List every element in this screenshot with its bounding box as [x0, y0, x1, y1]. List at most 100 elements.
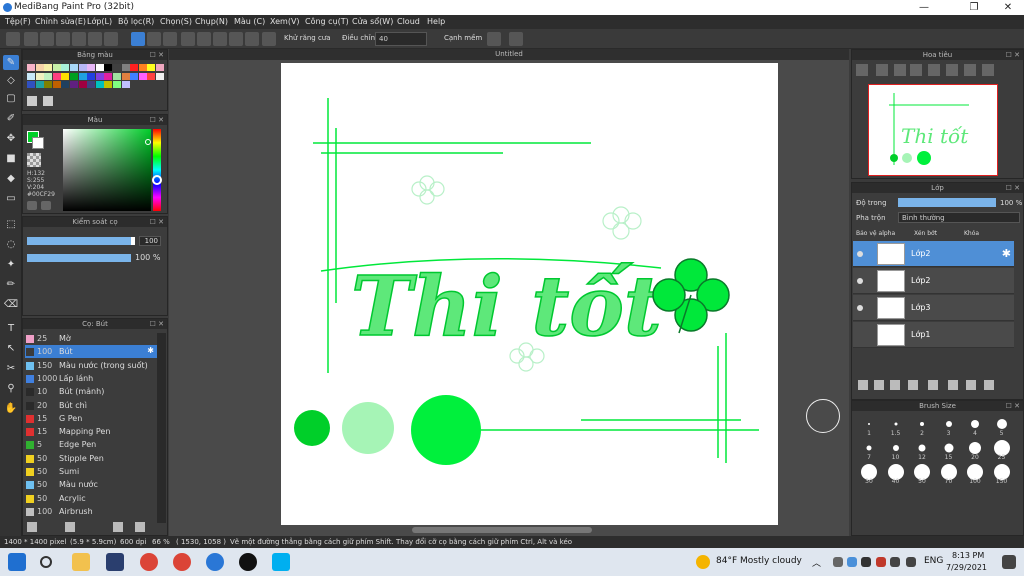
- snap-ellipse-icon[interactable]: [245, 32, 259, 46]
- magic-wand-icon[interactable]: ✦: [3, 257, 19, 272]
- menu-capture[interactable]: Chụp(N): [195, 17, 228, 26]
- palette-swatch[interactable]: [130, 64, 139, 71]
- search-icon[interactable]: [40, 556, 52, 568]
- layer-item[interactable]: Lớp2 ✱: [853, 241, 1014, 267]
- text-tool-icon[interactable]: T: [3, 321, 19, 336]
- correction-select[interactable]: 40: [375, 32, 427, 46]
- layer-item[interactable]: Lớp3: [853, 295, 1014, 321]
- menu-layer[interactable]: Lớp(L): [87, 17, 112, 26]
- menu-select[interactable]: Chọn(S): [160, 17, 192, 26]
- secondary-color-swatch[interactable]: [32, 137, 44, 149]
- add-brush-icon[interactable]: [27, 522, 37, 532]
- palette-swatch[interactable]: [156, 64, 164, 71]
- rect-tool-icon[interactable]: ▢: [3, 91, 19, 106]
- add-layer-menu-icon[interactable]: [908, 380, 918, 390]
- brush-size-cell[interactable]: 5: [989, 415, 1015, 437]
- brush-settings-gear-icon[interactable]: ✱: [147, 346, 154, 355]
- brush-item[interactable]: 15 G Pen: [25, 412, 157, 425]
- brush-size-cell[interactable]: 7: [856, 439, 882, 461]
- brush-size-cell[interactable]: 25: [989, 439, 1015, 461]
- palette-swatch[interactable]: [44, 64, 53, 71]
- actual-size-icon[interactable]: [910, 64, 922, 76]
- menu-view[interactable]: Xem(V): [270, 17, 300, 26]
- skype-icon[interactable]: [272, 553, 290, 571]
- brush-tool-icon[interactable]: ✐: [3, 111, 19, 126]
- palette-swatch[interactable]: [95, 64, 104, 71]
- saturation-value-picker[interactable]: [63, 129, 151, 211]
- weather-text[interactable]: 84°F Mostly cloudy: [716, 556, 802, 566]
- palette-swatch[interactable]: [87, 72, 96, 80]
- palette-swatch[interactable]: [113, 81, 121, 88]
- palette-swatch[interactable]: [52, 72, 61, 80]
- layer-settings-gear-icon[interactable]: ✱: [1002, 247, 1011, 260]
- volume-icon[interactable]: [906, 557, 916, 567]
- bucket-icon[interactable]: [104, 32, 118, 46]
- brush-item[interactable]: 150 Màu nước (trong suốt): [25, 359, 157, 372]
- new-layer-1bit-icon[interactable]: [890, 380, 900, 390]
- duplicate-layer-icon[interactable]: [948, 380, 958, 390]
- brush-size-cell[interactable]: 100: [962, 463, 988, 485]
- palette-swatch[interactable]: [44, 81, 53, 88]
- navigator-preview[interactable]: Thi tốt: [868, 84, 998, 176]
- brush-item[interactable]: 5 Edge Pen: [25, 438, 157, 451]
- palette-swatch[interactable]: [61, 72, 70, 80]
- palette-swatch[interactable]: [78, 72, 87, 80]
- palette-swatch[interactable]: [138, 64, 147, 71]
- palette-swatch[interactable]: [147, 64, 156, 71]
- tray-chevron-icon[interactable]: ︿: [812, 556, 821, 569]
- dell-app-icon[interactable]: [106, 553, 124, 571]
- palette-swatch[interactable]: [70, 81, 78, 88]
- operation-tool-icon[interactable]: ↖: [3, 341, 19, 356]
- weather-icon[interactable]: [696, 555, 710, 569]
- language-indicator[interactable]: ENG: [924, 556, 943, 566]
- antivirus-icon[interactable]: [876, 557, 886, 567]
- palette-swatch[interactable]: [104, 81, 113, 88]
- hand-tool-icon[interactable]: ✋: [3, 401, 19, 416]
- brush-size-value[interactable]: 100: [139, 236, 161, 246]
- lock-checkbox[interactable]: Khóa: [964, 230, 979, 237]
- comment-icon[interactable]: [56, 32, 70, 46]
- brush-size-cell[interactable]: 50: [909, 463, 935, 485]
- brush-item[interactable]: 100 Bút ✱: [25, 345, 157, 359]
- tray-app-icon[interactable]: [833, 557, 843, 567]
- rotate-right-icon[interactable]: [964, 64, 976, 76]
- fit-icon[interactable]: [894, 64, 906, 76]
- palette-swatch[interactable]: [104, 64, 113, 71]
- chrome-icon[interactable]: [140, 553, 158, 571]
- palette-swatch[interactable]: [27, 81, 35, 88]
- brush-item[interactable]: 50 Acrylic: [25, 492, 157, 505]
- cloud-tray-icon[interactable]: [847, 557, 857, 567]
- divide-tool-icon[interactable]: ✂: [3, 361, 19, 376]
- menu-help[interactable]: Help: [427, 17, 445, 26]
- brush-item[interactable]: 10 Bút (mảnh): [25, 385, 157, 398]
- brush-item[interactable]: 15 Mapping Pen: [25, 425, 157, 438]
- zoom-out-icon[interactable]: [876, 64, 888, 76]
- close-button[interactable]: ✕: [994, 1, 1022, 14]
- brush-item[interactable]: 50 Sumi: [25, 465, 157, 478]
- brush-item[interactable]: 25 Mờ: [25, 332, 157, 345]
- new-palette-icon[interactable]: [27, 96, 37, 106]
- brush-size-cell[interactable]: 4: [962, 415, 988, 437]
- palette-swatch[interactable]: [70, 72, 78, 80]
- snap-curve-icon[interactable]: [229, 32, 243, 46]
- brush-size-cell[interactable]: 15: [936, 439, 962, 461]
- menu-tools[interactable]: Công cụ(T): [305, 17, 349, 26]
- visibility-eye-icon[interactable]: [857, 305, 863, 311]
- palette-swatch[interactable]: [61, 81, 70, 88]
- gear-icon[interactable]: [262, 32, 276, 46]
- palette-swatch[interactable]: [52, 64, 61, 71]
- color-wheel-icon[interactable]: [41, 201, 51, 210]
- blend-mode-select[interactable]: Bình thường: [898, 212, 1020, 223]
- undo-icon[interactable]: [487, 32, 501, 46]
- palette-swatch[interactable]: [78, 64, 87, 71]
- hue-cursor[interactable]: [152, 175, 162, 185]
- layer-opacity-slider[interactable]: [898, 198, 996, 207]
- palette-swatch[interactable]: [130, 72, 139, 80]
- move-tool-icon[interactable]: ✥: [3, 131, 19, 146]
- palette-swatch[interactable]: [70, 64, 78, 71]
- palette-swatch[interactable]: [147, 72, 156, 80]
- notification-icon[interactable]: [1002, 555, 1016, 569]
- delete-brush-icon[interactable]: [135, 522, 145, 532]
- snap-circle-icon[interactable]: [213, 32, 227, 46]
- file-explorer-icon[interactable]: [72, 553, 90, 571]
